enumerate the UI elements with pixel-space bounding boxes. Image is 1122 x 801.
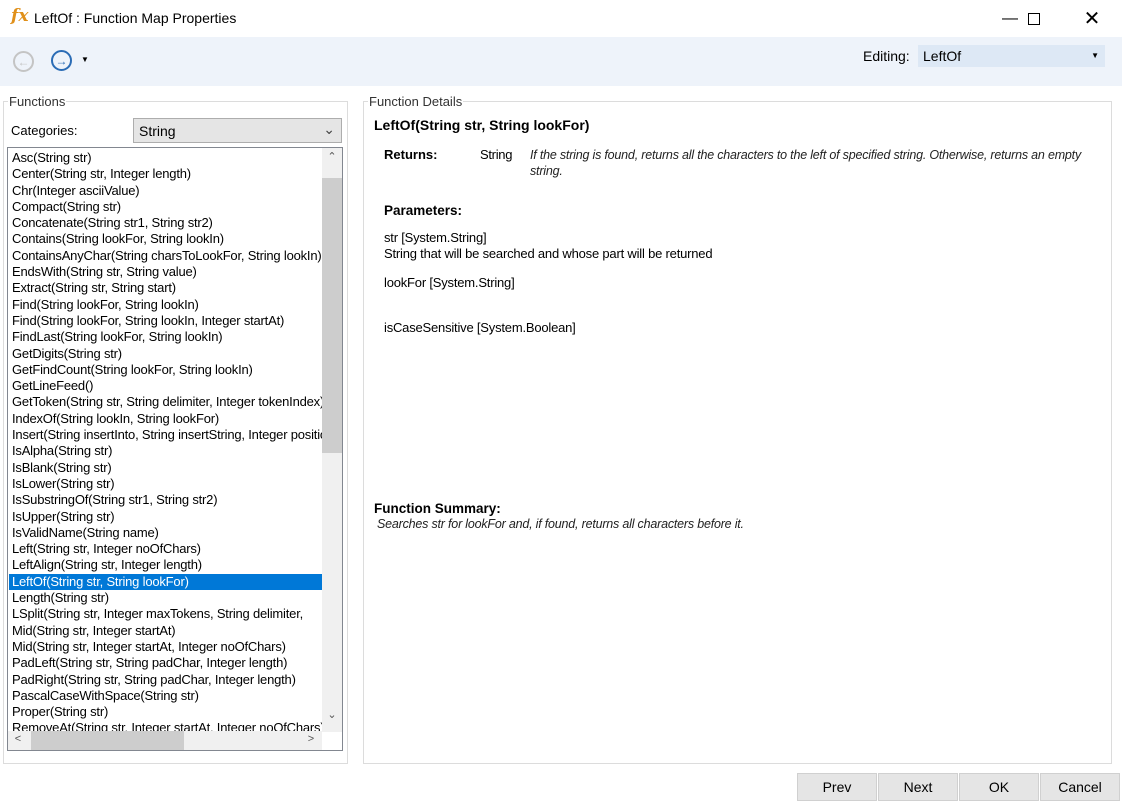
function-list-item[interactable]: LSplit(String str, Integer maxTokens, St…	[9, 606, 322, 622]
back-arrow-icon[interactable]: ←	[13, 51, 34, 72]
returns-type: String	[480, 147, 513, 162]
function-list-item[interactable]: Concatenate(String str1, String str2)	[9, 215, 322, 231]
scroll-down-icon[interactable]: ⌄	[322, 708, 342, 721]
function-list-item[interactable]: FindLast(String lookFor, String lookIn)	[9, 329, 322, 345]
function-list-item[interactable]: Mid(String str, Integer startAt, Integer…	[9, 639, 322, 655]
chevron-down-icon: ▼	[1091, 51, 1099, 60]
function-list-item[interactable]: IsUpper(String str)	[9, 509, 322, 525]
prev-button[interactable]: Prev	[797, 773, 877, 801]
function-list-item[interactable]: Left(String str, Integer noOfChars)	[9, 541, 322, 557]
categories-select[interactable]: String ⌄	[133, 118, 342, 143]
parameter-item: isCaseSensitive [System.Boolean]	[384, 320, 576, 335]
scroll-left-icon[interactable]: <	[8, 733, 28, 745]
function-list-item[interactable]: Chr(Integer asciiValue)	[9, 183, 322, 199]
function-list-item[interactable]: IsBlank(String str)	[9, 460, 322, 476]
function-signature: LeftOf(String str, String lookFor)	[374, 117, 590, 133]
parameter-description: String that will be searched and whose p…	[384, 246, 713, 261]
function-list-item[interactable]: Center(String str, Integer length)	[9, 166, 322, 182]
function-list-item[interactable]: IsValidName(String name)	[9, 525, 322, 541]
function-list-item[interactable]: PadLeft(String str, String padChar, Inte…	[9, 655, 322, 671]
function-list-item[interactable]: IsSubstringOf(String str1, String str2)	[9, 492, 322, 508]
close-button[interactable]: ✕	[1069, 0, 1115, 37]
function-list-item[interactable]: Find(String lookFor, String lookIn, Inte…	[9, 313, 322, 329]
function-list-item[interactable]: IsAlpha(String str)	[9, 443, 322, 459]
forward-arrow-icon[interactable]: →	[51, 50, 72, 71]
fx-icon: fx	[11, 6, 29, 26]
parameter-item: lookFor [System.String]	[384, 275, 515, 290]
window-title: LeftOf : Function Map Properties	[34, 10, 237, 26]
function-list-item[interactable]: LeftOf(String str, String lookFor)	[9, 573, 322, 591]
function-list-item[interactable]: PascalCaseWithSpace(String str)	[9, 688, 322, 704]
function-list-item[interactable]: IndexOf(String lookIn, String lookFor)	[9, 411, 322, 427]
function-list-item[interactable]: Extract(String str, String start)	[9, 280, 322, 296]
categories-label: Categories:	[11, 123, 78, 138]
category-value: String	[139, 123, 176, 139]
function-list-item[interactable]: Length(String str)	[9, 590, 322, 606]
editing-select[interactable]: LeftOf ▼	[918, 45, 1105, 67]
ok-button[interactable]: OK	[959, 773, 1039, 801]
function-list-item[interactable]: ContainsAnyChar(String charsToLookFor, S…	[9, 248, 322, 264]
function-list-item[interactable]: Mid(String str, Integer startAt)	[9, 623, 322, 639]
scroll-up-icon[interactable]: ⌃	[322, 150, 342, 163]
function-details-group: Function Details	[363, 94, 1112, 764]
chevron-down-icon: ⌄	[323, 121, 335, 137]
function-list-item[interactable]: PadRight(String str, String padChar, Int…	[9, 672, 322, 688]
parameter-name: isCaseSensitive [System.Boolean]	[384, 320, 576, 335]
functions-legend: Functions	[9, 94, 66, 109]
function-list-item[interactable]: IsLower(String str)	[9, 476, 322, 492]
vertical-scroll-thumb[interactable]	[322, 178, 342, 453]
function-list-item[interactable]: GetFindCount(String lookFor, String look…	[9, 362, 322, 378]
title-bar: fx LeftOf : Function Map Properties — ✕	[0, 0, 1122, 37]
parameter-name: lookFor [System.String]	[384, 275, 515, 290]
function-list-item[interactable]: Contains(String lookFor, String lookIn)	[9, 231, 322, 247]
function-list-item[interactable]: GetDigits(String str)	[9, 346, 322, 362]
function-list-item[interactable]: GetToken(String str, String delimiter, I…	[9, 394, 322, 410]
function-list-item[interactable]: EndsWith(String str, String value)	[9, 264, 322, 280]
returns-label: Returns:	[384, 147, 438, 162]
editing-value: LeftOf	[923, 48, 962, 64]
summary-text: Searches str for lookFor and, if found, …	[377, 517, 744, 531]
parameter-item: str [System.String] String that will be …	[384, 230, 713, 262]
history-dropdown-icon[interactable]: ▼	[81, 55, 89, 64]
summary-label: Function Summary:	[374, 501, 501, 516]
details-legend: Function Details	[369, 94, 463, 109]
function-list-item[interactable]: Proper(String str)	[9, 704, 322, 720]
editing-label: Editing:	[863, 48, 910, 64]
function-list-item[interactable]: Asc(String str)	[9, 150, 322, 166]
scroll-right-icon[interactable]: >	[301, 733, 321, 745]
function-list-item[interactable]: Find(String lookFor, String lookIn)	[9, 297, 322, 313]
functions-list[interactable]: Asc(String str) Center(String str, Intege…	[7, 147, 343, 751]
maximize-button[interactable]	[1011, 0, 1057, 37]
returns-description: If the string is found, returns all the …	[530, 148, 1081, 178]
parameter-name: str [System.String]	[384, 230, 487, 245]
cancel-button[interactable]: Cancel	[1040, 773, 1120, 801]
horizontal-scroll-thumb[interactable]	[31, 731, 184, 750]
next-button[interactable]: Next	[878, 773, 958, 801]
parameters-label: Parameters:	[384, 203, 463, 218]
function-list-item[interactable]: LeftAlign(String str, Integer length)	[9, 557, 322, 573]
function-list-item[interactable]: Compact(String str)	[9, 199, 322, 215]
function-list-item[interactable]: Insert(String insertInto, String insertS…	[9, 427, 322, 443]
function-list-item[interactable]: GetLineFeed()	[9, 378, 322, 394]
